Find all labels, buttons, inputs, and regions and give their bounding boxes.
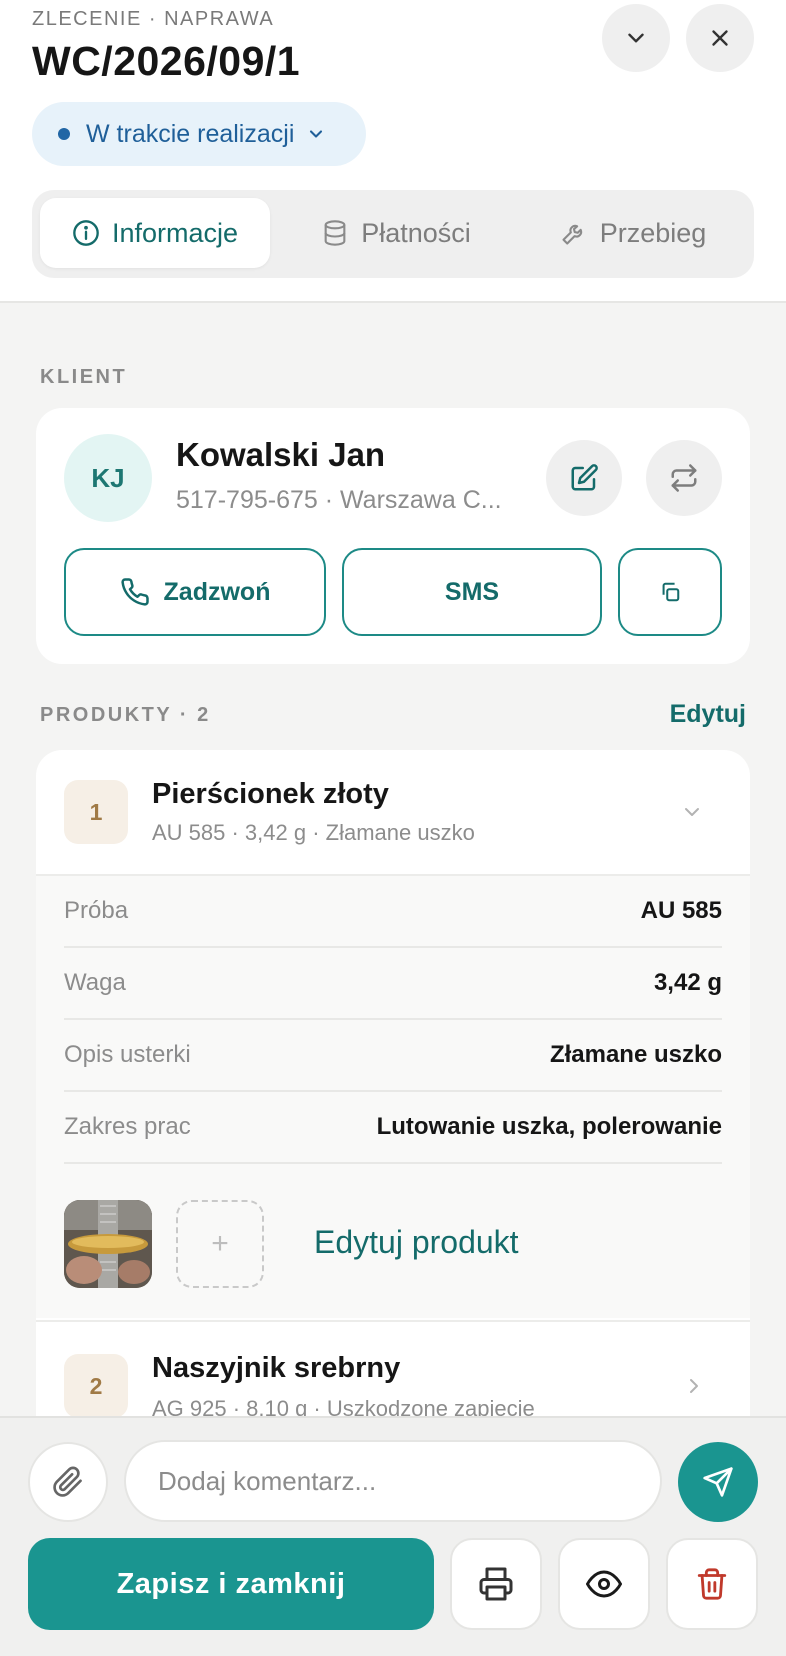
chevron-down-icon [628, 33, 644, 43]
product-number-badge: 1 [64, 780, 128, 844]
detail-key: Zakres prac [64, 1113, 191, 1140]
products-section-label: PRODUKTY · 2 [40, 704, 211, 726]
client-card: KJ Kowalski Jan 517-795-675 · Warszawa C… [36, 408, 750, 664]
product-name: Naszyjnik srebrny [152, 1352, 401, 1384]
close-button[interactable] [686, 4, 754, 72]
trash-icon [697, 1568, 727, 1600]
action-footer: Zapisz i zamknij [0, 1416, 786, 1656]
print-button[interactable] [450, 1538, 542, 1630]
product-1-details: Próba AU 585 Waga 3,42 g Opis usterki Zł… [36, 874, 750, 1318]
sms-label: SMS [444, 577, 500, 606]
comment-input[interactable] [124, 1440, 662, 1522]
tab-bar: Informacje Płatności Przebieg [32, 190, 754, 278]
call-button[interactable]: Zadzwoń [64, 548, 326, 636]
products-card: 1 Pierścionek złoty AU 585 · 3,42 g · Zł… [36, 750, 750, 1450]
chevron-down-icon [685, 808, 699, 816]
detail-key: Opis usterki [64, 1041, 191, 1068]
paperclip-icon [53, 1466, 82, 1497]
detail-row: Waga 3,42 g [64, 948, 722, 1020]
order-number: WC/2026/09/1 [32, 38, 301, 84]
tab-label: Przebieg [599, 217, 707, 248]
tab-platnosci[interactable]: Płatności [280, 198, 512, 268]
info-icon [73, 220, 99, 246]
tab-informacje[interactable]: Informacje [40, 198, 270, 268]
detail-value: 3,42 g [653, 969, 722, 996]
copy-icon [662, 582, 680, 602]
client-section-label: KLIENT [40, 366, 128, 388]
chevron-down-icon [310, 130, 323, 138]
plus-icon: + [211, 1227, 229, 1260]
database-icon [324, 220, 346, 246]
product-meta: AU 585 · 3,42 g · Złamane uszko [152, 820, 475, 845]
status-dot [58, 128, 70, 140]
add-photo-button[interactable]: + [176, 1200, 264, 1288]
status-label: W trakcie realizacji [86, 119, 295, 148]
avatar: KJ [64, 434, 152, 522]
tab-label: Informacje [111, 217, 239, 248]
client-name: Kowalski Jan [176, 436, 386, 473]
edit-products-link[interactable]: Edytuj [670, 700, 746, 729]
detail-value: Lutowanie uszka, polerowanie [376, 1113, 722, 1140]
close-icon [712, 30, 728, 46]
detail-key: Próba [64, 897, 129, 924]
edit-icon [571, 464, 598, 491]
tab-przebieg[interactable]: Przebieg [520, 198, 746, 268]
swap-icon [671, 464, 697, 492]
detail-value: Złamane uszko [549, 1041, 722, 1068]
order-type-label: ZLECENIE · NAPRAWA [32, 8, 275, 30]
client-contact-info: 517-795-675 · Warszawa C... [176, 486, 502, 514]
edit-client-button[interactable] [546, 440, 622, 516]
product-number-badge: 2 [64, 1354, 128, 1418]
chevron-right-icon [690, 1379, 698, 1393]
phone-icon [120, 578, 149, 606]
detail-key: Waga [64, 969, 126, 996]
wrench-icon [562, 224, 582, 245]
ring-photo-image [64, 1200, 152, 1288]
eye-icon [586, 1570, 622, 1598]
change-client-button[interactable] [646, 440, 722, 516]
detail-value: AU 585 [640, 897, 722, 924]
send-icon [703, 1467, 733, 1497]
call-label: Zadzwoń [163, 577, 271, 606]
preview-button[interactable] [558, 1538, 650, 1630]
attach-button[interactable] [28, 1442, 108, 1522]
order-header: ZLECENIE · NAPRAWA WC/2026/09/1 W trakci… [0, 0, 786, 303]
detail-row: Próba AU 585 [64, 876, 722, 948]
product-1-header[interactable]: 1 Pierścionek złoty AU 585 · 3,42 g · Zł… [36, 750, 750, 874]
product-photo-thumbnail[interactable] [64, 1200, 152, 1288]
status-dropdown[interactable]: W trakcie realizacji [32, 102, 366, 166]
save-and-close-button[interactable]: Zapisz i zamknij [28, 1538, 434, 1630]
tab-label: Płatności [361, 217, 471, 248]
detail-row: Zakres prac Lutowanie uszka, polerowanie [64, 1092, 722, 1164]
detail-row: Opis usterki Złamane uszko [64, 1020, 722, 1092]
product-name: Pierścionek złoty [152, 778, 389, 810]
sms-button[interactable]: SMS [342, 548, 602, 636]
edit-product-link[interactable]: Edytuj produkt [314, 1224, 519, 1261]
send-comment-button[interactable] [678, 1442, 758, 1522]
copy-button[interactable] [618, 548, 722, 636]
collapse-button[interactable] [602, 4, 670, 72]
printer-icon [479, 1567, 513, 1601]
delete-button[interactable] [666, 1538, 758, 1630]
